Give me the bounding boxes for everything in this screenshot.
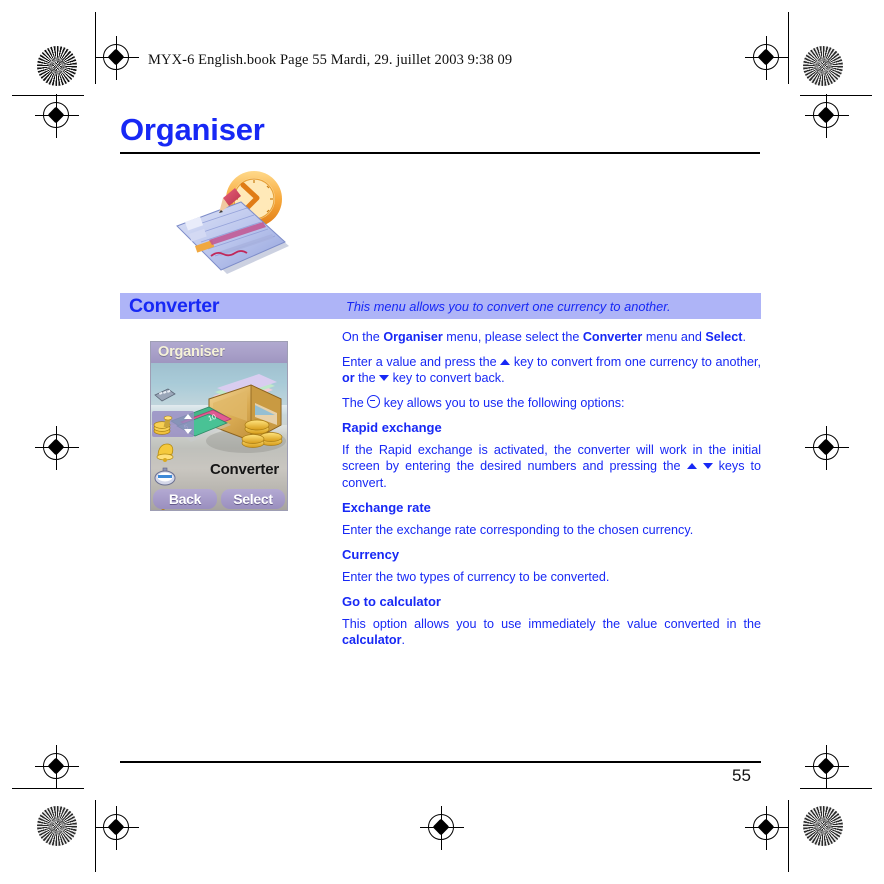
arrow-up-key-icon (500, 358, 511, 365)
enter-text-d: the (354, 371, 380, 385)
intro-bold-converter: Converter (582, 330, 643, 344)
registration-mark-bottom-center (420, 806, 464, 850)
section-header-bar: Converter This menu allows you to conver… (120, 293, 761, 319)
trim-line-right-vertical (788, 12, 790, 84)
registration-mark-lower-right (805, 745, 849, 789)
trim-line-top-left-horizontal (12, 95, 84, 97)
intro-bold-select: Select (705, 330, 743, 344)
rapid-text-a: If the Rapid exchange is activated, the … (342, 442, 761, 474)
calc-text-a: This option allows you to use immediatel… (342, 616, 761, 631)
scroll-arrows-icon (184, 414, 192, 434)
paragraph-options-key: The key allows you to use the following … (342, 394, 761, 412)
trim-line-left-vertical (95, 12, 97, 84)
phone-canvas: 5 10 (151, 363, 287, 510)
optionkey-text-b: key allows you to use the following opti… (380, 395, 625, 410)
paragraph-exchange-rate: Enter the exchange rate corresponding to… (342, 522, 694, 537)
phone-titlebar: Organiser (151, 342, 287, 363)
intro-bold-organiser: Organiser (383, 330, 443, 344)
page-title: Organiser (120, 112, 265, 147)
intro-text-c: menu, please select the (442, 330, 583, 344)
enter-bold-or: or (342, 371, 355, 385)
paragraph-rapid-exchange: If the Rapid exchange is activated, the … (342, 442, 761, 492)
arrow-up-key-icon-2 (686, 463, 697, 469)
trim-line-bottom-left-horizontal (12, 788, 84, 790)
arrow-down-key-icon-2 (702, 463, 713, 469)
calc-bold-calculator: calculator (342, 633, 402, 647)
paragraph-intro: On the Organiser menu, please select the… (342, 329, 761, 346)
section-title: Converter (129, 294, 220, 317)
converter-coins-icon[interactable] (152, 411, 194, 437)
paragraph-go-to-calculator: This option allows you to use immediatel… (342, 616, 761, 649)
optionkey-text-a: The (342, 395, 368, 410)
trim-line-bottom-right-horizontal (800, 788, 872, 790)
trim-line-right-vertical-bottom (788, 800, 790, 872)
star-target-bottom-right (803, 806, 843, 846)
calculator-icon[interactable] (152, 385, 178, 408)
heading-currency: Currency (342, 547, 400, 562)
registration-mark-upper-right (805, 94, 849, 138)
center-key-icon (367, 394, 381, 408)
heading-rapid-exchange: Rapid exchange (342, 420, 442, 435)
organiser-illustration (163, 168, 295, 286)
footer-divider (120, 761, 761, 763)
running-header: MYX-6 English.book Page 55 Mardi, 29. ju… (148, 52, 513, 68)
alarm-bell-icon[interactable] (152, 440, 178, 463)
heading-go-to-calculator: Go to calculator (342, 594, 441, 609)
calc-text-c: . (401, 633, 406, 647)
stopwatch-icon[interactable] (152, 466, 178, 489)
registration-mark-top-right (745, 36, 789, 80)
intro-text-a: On the (342, 330, 384, 344)
registration-mark-top-left (95, 36, 139, 80)
intro-text-e: menu and (642, 330, 706, 344)
trim-line-left-vertical-bottom (95, 800, 97, 872)
enter-text-e: key to convert back. (389, 371, 505, 385)
trim-line-top-right-horizontal (800, 95, 872, 97)
heading-exchange-rate: Exchange rate (342, 500, 431, 515)
star-target-bottom-left (37, 806, 77, 846)
phone-screenshot: Organiser 10 Converter Back Select (150, 341, 288, 511)
page-number: 55 (732, 766, 751, 785)
registration-mark-mid-left (35, 426, 79, 470)
phone-softkey-bar: Back Select (151, 488, 287, 510)
arrow-down-key-icon (379, 375, 390, 381)
star-target-top-right (803, 46, 843, 86)
section-subtitle: This menu allows you to convert one curr… (346, 298, 671, 314)
softkey-select[interactable]: Select (221, 489, 285, 509)
enter-text-b: key to convert from one currency to anot… (510, 354, 761, 369)
title-divider (120, 152, 760, 154)
body-text-column: On the Organiser menu, please select the… (342, 329, 761, 657)
star-target-top-left (37, 46, 77, 86)
registration-mark-mid-right (805, 426, 849, 470)
enter-text-a: Enter a value and press the (342, 354, 501, 369)
registration-mark-bottom-right (745, 806, 789, 850)
phone-menu-label: Converter (209, 461, 279, 478)
paragraph-enter-value: Enter a value and press the key to conve… (342, 354, 761, 387)
intro-text-g: . (742, 330, 746, 344)
softkey-back[interactable]: Back (153, 489, 217, 509)
registration-mark-lower-left (35, 745, 79, 789)
registration-mark-bottom-left (95, 806, 139, 850)
paragraph-currency: Enter the two types of currency to be co… (342, 569, 610, 584)
registration-mark-upper-left (35, 94, 79, 138)
